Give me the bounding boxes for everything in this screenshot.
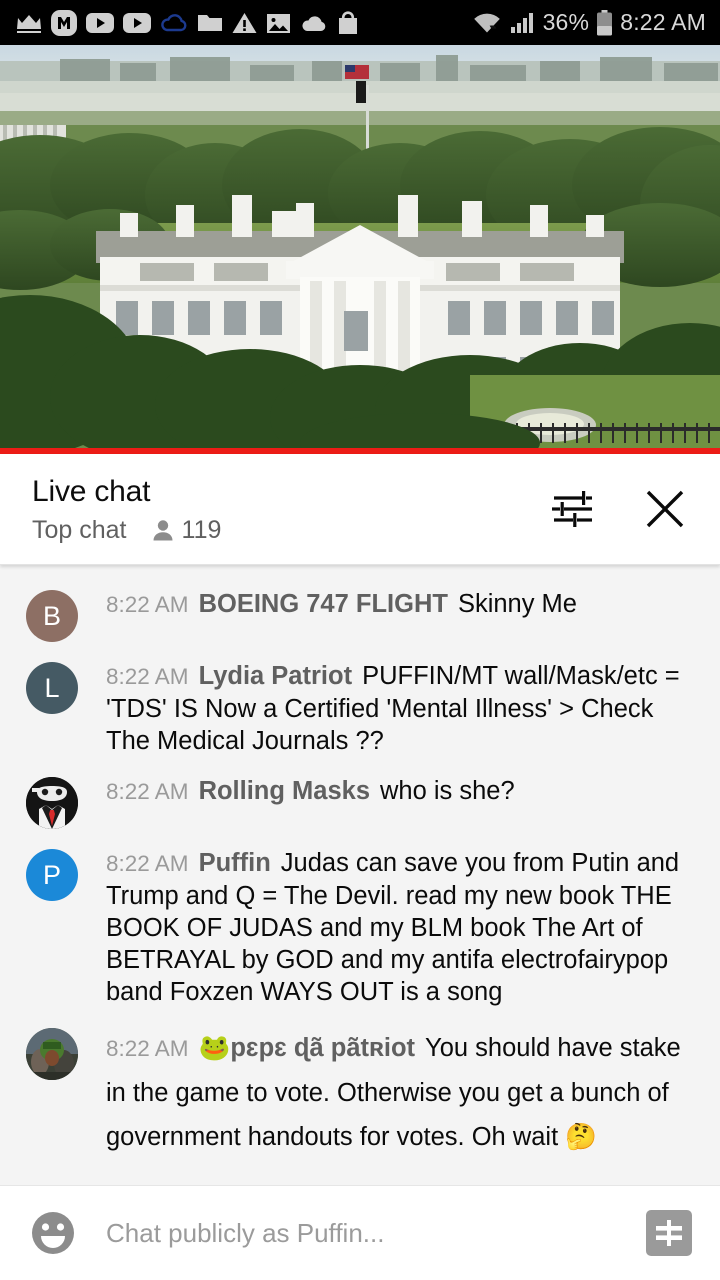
- chat-message[interactable]: L 8:22 AM Lydia Patriot PUFFIN/MT wall/Mas…: [0, 651, 720, 766]
- live-chat-subheader: Top chat 119: [32, 515, 548, 545]
- chat-message[interactable]: 8:22 AM 🐸pɛpɛ ɖã pãtʀiot You should have s…: [0, 1017, 720, 1168]
- status-bar: 36% 8:22 AM: [0, 0, 720, 45]
- status-bar-notification-icons: [16, 9, 473, 36]
- emoji-smiley-icon: [32, 1212, 74, 1254]
- avatar[interactable]: B: [26, 590, 78, 642]
- youtube-live-chat-screen: 36% 8:22 AM Live chat Top chat 119 B 8:2…: [0, 0, 720, 1280]
- folder-icon: [198, 15, 222, 31]
- avatar-letter: L: [44, 673, 60, 703]
- video-player[interactable]: [0, 45, 720, 448]
- message-text: Judas can save you from Putin and Trump …: [106, 849, 680, 1006]
- chat-message-body: 8:22 AM 🐸pɛpɛ ɖã pãtʀiot You should have s…: [106, 1026, 696, 1159]
- clock: 8:22 AM: [620, 9, 706, 35]
- superchat-dollar-icon: [656, 1220, 682, 1246]
- message-timestamp: 8:22 AM: [106, 1036, 189, 1061]
- close-icon: [646, 490, 684, 528]
- chat-message-list[interactable]: B 8:22 AM BOEING 747 FLIGHT Skinny Me L 8:…: [0, 565, 720, 1185]
- youtube-icon: [86, 12, 114, 33]
- chat-message-body: 8:22 AM Rolling Masks who is she?: [106, 775, 696, 808]
- chat-message-body: 8:22 AM Puffin Judas can save you from Put…: [106, 847, 696, 1008]
- message-text: Skinny Me: [457, 590, 577, 618]
- message-timestamp: 8:22 AM: [106, 779, 189, 804]
- chat-settings-button[interactable]: [548, 487, 592, 531]
- message-author[interactable]: Lydia Patriot: [199, 662, 353, 690]
- chat-input-bar: Chat publicly as Puffin...: [0, 1185, 720, 1280]
- image-icon: [267, 13, 290, 33]
- live-chat-header: Live chat Top chat 119: [0, 454, 720, 565]
- message-author[interactable]: Puffin: [199, 849, 271, 877]
- message-text: PUFFIN/MT wall/Mask/etc = 'TDS' IS Now a…: [106, 662, 680, 755]
- message-timestamp: 8:22 AM: [106, 664, 189, 689]
- avatar[interactable]: P: [26, 849, 78, 901]
- white-house-stream-frame: [0, 45, 720, 448]
- person-icon: [153, 519, 173, 540]
- masked-man-avatar-icon: [26, 777, 78, 829]
- superchat-button[interactable]: [646, 1210, 692, 1256]
- battery-percent: 36%: [542, 9, 590, 35]
- chat-message-body: 8:22 AM BOEING 747 FLIGHT Skinny Me: [106, 588, 696, 621]
- chat-message-body: 8:22 AM Lydia Patriot PUFFIN/MT wall/Mask/…: [106, 660, 696, 757]
- viewer-count-group: 119: [151, 515, 222, 545]
- cloud-filled-icon: [302, 15, 326, 31]
- page-title: Live chat: [32, 475, 151, 508]
- message-author[interactable]: Rolling Masks: [199, 777, 370, 805]
- emoji-picker-button[interactable]: [30, 1210, 76, 1256]
- avatar[interactable]: [26, 777, 78, 829]
- crown-icon: [17, 14, 41, 33]
- cloud-outline-icon: [161, 14, 187, 32]
- chat-message[interactable]: B 8:22 AM BOEING 747 FLIGHT Skinny Me: [0, 579, 720, 651]
- avatar-letter: P: [42, 860, 61, 890]
- warning-triangle-icon: [232, 12, 257, 33]
- viewer-count: 119: [181, 516, 222, 544]
- message-timestamp: 8:22 AM: [106, 592, 189, 617]
- chat-input-field[interactable]: Chat publicly as Puffin...: [106, 1217, 646, 1249]
- shopping-bag-icon: [339, 10, 357, 34]
- wifi-icon: [473, 13, 500, 32]
- live-chat-header-titles: Live chat Top chat 119: [32, 473, 548, 545]
- tune-sliders-icon: [552, 491, 592, 527]
- avatar[interactable]: L: [26, 662, 78, 714]
- avatar-letter: B: [42, 601, 61, 631]
- message-author[interactable]: BOEING 747 FLIGHT: [199, 590, 448, 618]
- photo-avatar-icon: [26, 1028, 78, 1080]
- chat-message[interactable]: P 8:22 AM Puffin Judas can save you from P…: [0, 838, 720, 1017]
- chat-mode-label[interactable]: Top chat: [32, 515, 127, 545]
- status-bar-system-icons: 36% 8:22 AM: [473, 9, 706, 36]
- message-text: who is she?: [380, 777, 515, 805]
- message-timestamp: 8:22 AM: [106, 851, 189, 876]
- chat-message[interactable]: 8:22 AM Rolling Masks who is she?: [0, 766, 720, 838]
- battery-icon: [597, 9, 613, 35]
- live-chat-header-actions: [548, 486, 698, 532]
- avatar[interactable]: [26, 1028, 78, 1080]
- monogram-m-icon: [51, 9, 77, 36]
- message-author[interactable]: 🐸pɛpɛ ɖã pãtʀiot: [199, 1034, 415, 1062]
- close-chat-button[interactable]: [642, 486, 688, 532]
- youtube-icon: [123, 12, 151, 33]
- signal-bars-icon: [510, 12, 533, 33]
